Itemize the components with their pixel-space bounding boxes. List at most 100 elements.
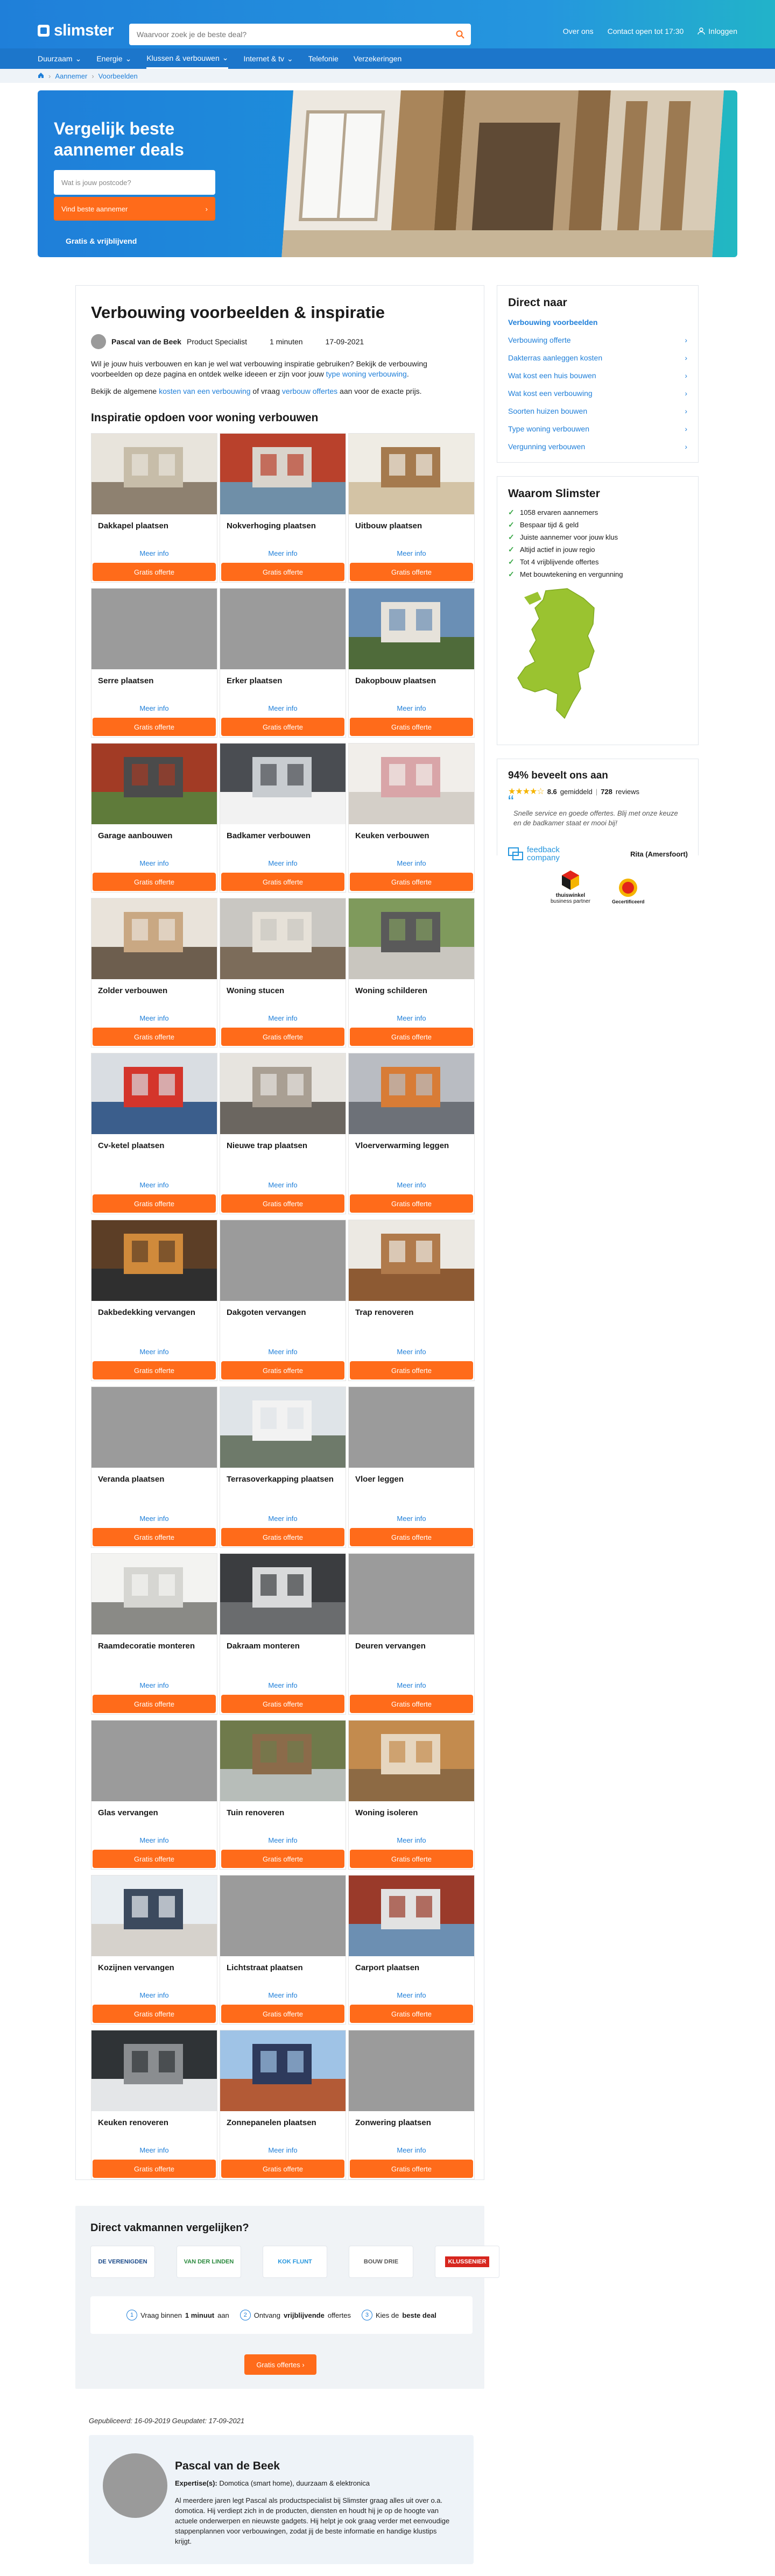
inspiration-card[interactable]: Raamdecoratie monteren Meer info Gratis of… xyxy=(91,1553,217,1715)
more-info-link[interactable]: Meer info xyxy=(91,1348,217,1361)
inspiration-card[interactable]: Veranda plaatsen Meer info Gratis offerte xyxy=(91,1386,217,1548)
free-quote-button[interactable]: Gratis offerte xyxy=(350,1028,473,1046)
inspiration-card[interactable]: Zonwering plaatsen Meer info Gratis offert… xyxy=(348,2030,475,2179)
nav-klussen[interactable]: Klussen & verbouwen ⌄ xyxy=(146,48,229,69)
free-quote-button[interactable]: Gratis offerte xyxy=(221,1850,344,1868)
more-info-link[interactable]: Meer info xyxy=(220,1991,346,2005)
more-info-link[interactable]: Meer info xyxy=(349,1681,474,1695)
more-info-link[interactable]: Meer info xyxy=(349,1836,474,1850)
free-quote-button[interactable]: Gratis offerte xyxy=(221,718,344,736)
more-info-link[interactable]: Meer info xyxy=(220,549,346,563)
more-info-link[interactable]: Meer info xyxy=(91,2146,217,2160)
free-quote-button[interactable]: Gratis offerte xyxy=(93,1528,216,1546)
free-quote-button[interactable]: Gratis offerte xyxy=(350,1194,473,1213)
free-quote-button[interactable]: Gratis offerte xyxy=(93,1695,216,1713)
direct-nav-item[interactable]: Soorten huizen bouwen › xyxy=(508,406,687,416)
free-quote-button[interactable]: Gratis offerte xyxy=(350,718,473,736)
direct-nav-item[interactable]: Wat kost een verbouwing › xyxy=(508,388,687,399)
inspiration-card[interactable]: Woning isoleren Meer info Gratis offerte xyxy=(348,1720,475,1870)
direct-nav-item[interactable]: Wat kost een huis bouwen › xyxy=(508,370,687,381)
more-info-link[interactable]: Meer info xyxy=(349,859,474,873)
free-quote-button[interactable]: Gratis offerte xyxy=(350,1361,473,1379)
inspiration-card[interactable]: Nokverhoging plaatsen Meer info Gratis off… xyxy=(220,433,346,583)
inspiration-card[interactable]: Glas vervangen Meer info Gratis offerte xyxy=(91,1720,217,1870)
free-quote-button[interactable]: Gratis offerte xyxy=(221,2160,344,2178)
inspiration-card[interactable]: Kozijnen vervangen Meer info Gratis offert… xyxy=(91,1875,217,2025)
breadcrumb-aannemer[interactable]: Aannemer xyxy=(55,72,87,80)
direct-nav-item[interactable]: Type woning verbouwen › xyxy=(508,423,687,434)
inspiration-card[interactable]: Garage aanbouwen Meer info Gratis offerte xyxy=(91,743,217,893)
inspiration-card[interactable]: Dakkapel plaatsen Meer info Gratis offerte xyxy=(91,433,217,583)
partner-logo[interactable]: KLUSSENIER xyxy=(435,2246,499,2278)
inspiration-card[interactable]: Erker plaatsen Meer info Gratis offerte xyxy=(220,588,346,738)
inspiration-card[interactable]: Serre plaatsen Meer info Gratis offerte xyxy=(91,588,217,738)
postcode-input[interactable]: Wat is jouw postcode? xyxy=(54,170,215,195)
free-quote-button[interactable]: Gratis offerte xyxy=(221,873,344,891)
inspiration-card[interactable]: Dakopbouw plaatsen Meer info Gratis offert… xyxy=(348,588,475,738)
nav-telefonie[interactable]: Telefonie xyxy=(308,48,339,69)
inspiration-card[interactable]: Terrasoverkapping plaatsen Meer info Grati… xyxy=(220,1386,346,1548)
nav-duurzaam[interactable]: Duurzaam ⌄ xyxy=(38,48,81,69)
author-name[interactable]: Pascal van de Beek xyxy=(111,337,181,346)
free-quote-button[interactable]: Gratis offerte xyxy=(221,1528,344,1546)
inspiration-card[interactable]: Woning schilderen Meer info Gratis offerte xyxy=(348,898,475,1048)
free-quote-button[interactable]: Gratis offerte xyxy=(93,873,216,891)
inspiration-card[interactable]: Zolder verbouwen Meer info Gratis offerte xyxy=(91,898,217,1048)
inspiration-card[interactable]: Keuken renoveren Meer info Gratis offerte xyxy=(91,2030,217,2179)
more-info-link[interactable]: Meer info xyxy=(91,1836,217,1850)
search-input[interactable] xyxy=(129,24,449,45)
intro-link[interactable]: type woning verbouwing xyxy=(326,370,407,378)
quotes-link[interactable]: verbouw offertes xyxy=(282,387,337,395)
free-quote-button[interactable]: Gratis offerte xyxy=(350,2005,473,2023)
free-quote-button[interactable]: Gratis offerte xyxy=(221,1695,344,1713)
direct-nav-item[interactable]: Vergunning verbouwen › xyxy=(508,441,687,452)
free-quote-button[interactable]: Gratis offerte xyxy=(350,2160,473,2178)
breadcrumb-voorbeelden[interactable]: Voorbeelden xyxy=(98,72,138,80)
more-info-link[interactable]: Meer info xyxy=(220,1515,346,1528)
free-quote-button[interactable]: Gratis offerte xyxy=(93,1361,216,1379)
more-info-link[interactable]: Meer info xyxy=(220,704,346,718)
free-quote-button[interactable]: Gratis offerte xyxy=(221,563,344,581)
free-quotes-button[interactable]: Gratis offertes › xyxy=(244,2354,316,2375)
free-quote-button[interactable]: Gratis offerte xyxy=(93,1028,216,1046)
more-info-link[interactable]: Meer info xyxy=(220,1681,346,1695)
free-quote-button[interactable]: Gratis offerte xyxy=(93,718,216,736)
direct-nav-item[interactable]: Verbouwing offerte › xyxy=(508,335,687,345)
free-quote-button[interactable]: Gratis offerte xyxy=(93,563,216,581)
inspiration-card[interactable]: Trap renoveren Meer info Gratis offerte xyxy=(348,1220,475,1381)
free-quote-button[interactable]: Gratis offerte xyxy=(221,1361,344,1379)
inspiration-card[interactable]: Dakraam monteren Meer info Gratis offerte xyxy=(220,1553,346,1715)
more-info-link[interactable]: Meer info xyxy=(91,1181,217,1194)
about-link[interactable]: Over ons xyxy=(563,27,594,36)
free-quote-button[interactable]: Gratis offerte xyxy=(350,1528,473,1546)
free-quote-button[interactable]: Gratis offerte xyxy=(93,2160,216,2178)
more-info-link[interactable]: Meer info xyxy=(349,1348,474,1361)
partner-logo[interactable]: BOUW DRIE xyxy=(349,2246,413,2278)
more-info-link[interactable]: Meer info xyxy=(91,1991,217,2005)
inspiration-card[interactable]: Nieuwe trap plaatsen Meer info Gratis offe… xyxy=(220,1053,346,1214)
more-info-link[interactable]: Meer info xyxy=(220,1181,346,1194)
nav-internet[interactable]: Internet & tv ⌄ xyxy=(243,48,293,69)
login-link[interactable]: Inloggen xyxy=(698,27,737,36)
more-info-link[interactable]: Meer info xyxy=(349,2146,474,2160)
inspiration-card[interactable]: Woning stucen Meer info Gratis offerte xyxy=(220,898,346,1048)
slimster-logo[interactable]: slimster xyxy=(38,22,114,40)
partner-logo[interactable]: VAN DER LINDEN xyxy=(177,2246,241,2278)
free-quote-button[interactable]: Gratis offerte xyxy=(221,2005,344,2023)
more-info-link[interactable]: Meer info xyxy=(349,704,474,718)
free-quote-button[interactable]: Gratis offerte xyxy=(350,1695,473,1713)
find-contractor-button[interactable]: Vind beste aannemer › xyxy=(54,197,215,221)
more-info-link[interactable]: Meer info xyxy=(220,859,346,873)
contact-link[interactable]: Contact open tot 17:30 xyxy=(608,27,684,36)
more-info-link[interactable]: Meer info xyxy=(91,1681,217,1695)
partner-logo[interactable]: KOK FLUNT xyxy=(263,2246,327,2278)
inspiration-card[interactable]: Uitbouw plaatsen Meer info Gratis offerte xyxy=(348,433,475,583)
costs-link[interactable]: kosten van een verbouwing xyxy=(159,387,250,395)
inspiration-card[interactable]: Lichtstraat plaatsen Meer info Gratis offe… xyxy=(220,1875,346,2025)
more-info-link[interactable]: Meer info xyxy=(91,859,217,873)
inspiration-card[interactable]: Zonnepanelen plaatsen Meer info Gratis off… xyxy=(220,2030,346,2179)
more-info-link[interactable]: Meer info xyxy=(349,549,474,563)
free-quote-button[interactable]: Gratis offerte xyxy=(221,1028,344,1046)
free-quote-button[interactable]: Gratis offerte xyxy=(221,1194,344,1213)
nav-energie[interactable]: Energie ⌄ xyxy=(96,48,131,69)
